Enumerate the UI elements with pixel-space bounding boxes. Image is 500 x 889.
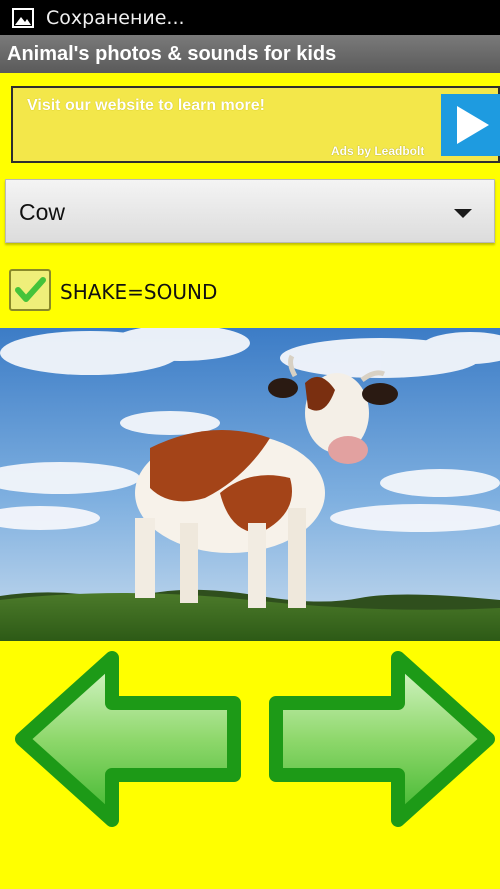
title-bar: Animal's photos & sounds for kids bbox=[0, 35, 500, 73]
animal-dropdown[interactable]: Cow bbox=[5, 179, 495, 243]
cow-photo bbox=[0, 328, 500, 641]
shake-sound-checkbox[interactable] bbox=[9, 269, 51, 311]
play-icon bbox=[456, 106, 489, 144]
arrow-right-icon bbox=[269, 651, 495, 827]
ad-attribution: Ads by Leadbolt bbox=[331, 144, 425, 158]
next-arrow-button[interactable] bbox=[266, 650, 498, 828]
dropdown-arrow-icon bbox=[454, 209, 472, 218]
previous-arrow-button[interactable] bbox=[12, 650, 244, 828]
status-bar: Сохранение... bbox=[0, 0, 500, 35]
dropdown-selected-value: Cow bbox=[19, 199, 66, 225]
shake-sound-label[interactable]: SHAKE=SOUND bbox=[60, 280, 217, 304]
arrow-left-icon bbox=[15, 651, 241, 827]
ad-play-button[interactable] bbox=[441, 94, 500, 156]
image-icon bbox=[12, 7, 34, 28]
app-title: Animal's photos & sounds for kids bbox=[7, 42, 337, 65]
ad-banner[interactable]: Visit our website to learn more! Ads by … bbox=[11, 86, 500, 163]
ad-text[interactable]: Visit our website to learn more! bbox=[27, 97, 265, 115]
status-text: Сохранение... bbox=[46, 6, 185, 29]
checkmark-icon bbox=[15, 277, 46, 302]
